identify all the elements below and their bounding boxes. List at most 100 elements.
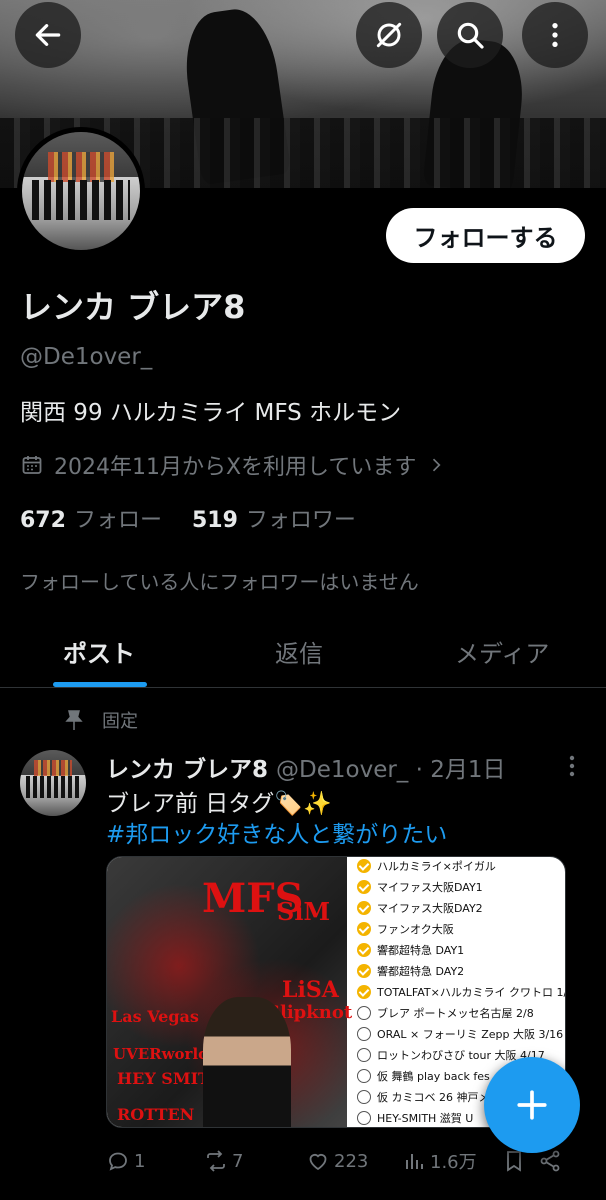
follow-stats: 672 フォロー 519 フォロワー — [20, 502, 356, 534]
tab-posts[interactable]: ポスト — [63, 634, 135, 669]
heart-icon — [309, 1153, 327, 1171]
check-icon — [357, 943, 371, 957]
calendar-icon — [22, 456, 42, 474]
checklist-text: ハルカミライ×ポイガル — [377, 860, 496, 873]
checklist-item: ハルカミライ×ポイガル — [357, 858, 496, 874]
back-button[interactable] — [15, 2, 81, 68]
repost-button[interactable]: 7 — [204, 1149, 243, 1173]
followers-stat[interactable]: 519 フォロワー — [192, 502, 356, 534]
unchecked-circle-icon — [357, 1090, 371, 1104]
follow-button[interactable]: フォローする — [386, 208, 585, 263]
profile-avatar[interactable] — [17, 127, 145, 255]
media-collage: MFS SiM LiSA Slipknot Las Vegas UVERworl… — [107, 857, 352, 1127]
following-label: フォロー — [73, 508, 162, 533]
collage-word: SiM — [277, 897, 331, 926]
unchecked-circle-icon — [357, 1006, 371, 1020]
bookmark-icon — [507, 1151, 521, 1172]
arrow-left-icon — [35, 24, 61, 46]
views-icon — [406, 1154, 423, 1169]
post-hashtag[interactable]: #邦ロック好きな人と繋がりたい — [106, 815, 447, 849]
unchecked-circle-icon — [357, 1027, 371, 1041]
check-icon — [357, 922, 371, 936]
checklist-text: ORAL × フォーリミ Zepp 大阪 3/16 — [377, 1028, 564, 1041]
tab-replies[interactable]: 返信 — [275, 634, 323, 669]
post-more-icon[interactable] — [560, 752, 584, 780]
profile-bio: 関西 99 ハルカミライ MFS ホルモン — [20, 400, 402, 426]
pinned-label: 固定 — [102, 711, 138, 732]
checklist-item: TOTALFAT×ハルカミライ クワトロ 1/18 — [357, 984, 566, 1000]
check-icon — [357, 985, 371, 999]
post-text: ブレア前 日タグ🏷️✨ — [106, 791, 332, 817]
checklist-text: HEY-SMITH 滋賀 U — [377, 1112, 474, 1125]
check-icon — [357, 901, 371, 915]
search-icon — [457, 22, 484, 49]
checklist-text: 響都超特急 DAY2 — [377, 965, 465, 978]
checklist-text: マイファス大阪DAY2 — [377, 902, 483, 915]
more-options-button[interactable] — [522, 2, 588, 68]
joined-date[interactable]: 2024年11月からXを利用しています — [20, 449, 446, 481]
following-stat[interactable]: 672 フォロー — [20, 502, 162, 534]
slash-circle-icon — [376, 22, 402, 48]
collage-word: UVERworld — [113, 1045, 209, 1063]
reply-icon — [109, 1152, 127, 1171]
collage-person — [203, 997, 291, 1127]
unchecked-circle-icon — [357, 1111, 371, 1125]
check-icon — [357, 964, 371, 978]
check-icon — [357, 859, 371, 873]
share-button[interactable] — [538, 1149, 562, 1173]
like-button[interactable]: 223 — [306, 1149, 368, 1173]
repost-count: 7 — [232, 1150, 244, 1172]
followers-count: 519 — [191, 508, 238, 533]
checklist-item: ブレア ポートメッセ名古屋 2/8 — [357, 1005, 534, 1021]
post-actions: 1 7 223 1.6万 — [106, 1144, 566, 1178]
user-handle: @De1over_ — [20, 344, 153, 370]
bookmark-button[interactable] — [502, 1149, 526, 1173]
views-button[interactable]: 1.6万 — [402, 1148, 477, 1174]
checklist-text: TOTALFAT×ハルカミライ クワトロ 1/18 — [377, 986, 566, 999]
checklist-item: ファンオク大阪 — [357, 921, 454, 937]
checklist-text: 仮 カミコベ 26 神戸メリ — [377, 1091, 501, 1104]
checklist-item: HEY-SMITH 滋賀 U — [357, 1110, 473, 1126]
checklist-item: 響都超特急 DAY1 — [357, 942, 464, 958]
mutual-followers-note: フォローしている人にフォロワーはいません — [20, 570, 419, 594]
active-tab-indicator — [53, 682, 147, 687]
followers-label: フォロワー — [245, 508, 356, 533]
collage-word: Las Vegas — [111, 1007, 199, 1026]
checklist-item: マイファス大阪DAY1 — [357, 879, 483, 895]
collage-word: LiSA — [282, 977, 339, 1003]
checklist-text: 響都超特急 DAY1 — [377, 944, 465, 957]
unchecked-circle-icon — [357, 1048, 371, 1062]
profile-tabs: ポスト 返信 メディア — [0, 620, 606, 688]
post-avatar-people — [26, 776, 80, 798]
avatar-stage-screen — [48, 152, 114, 182]
following-count: 672 — [20, 508, 66, 533]
pinned-indicator: 固定 — [64, 707, 138, 733]
checklist-text: マイファス大阪DAY1 — [377, 881, 483, 894]
reply-button[interactable]: 1 — [106, 1149, 145, 1173]
checklist-item: 響都超特急 DAY2 — [357, 963, 464, 979]
checklist-text: ブレア ポートメッセ名古屋 2/8 — [377, 1007, 534, 1020]
avatar-people — [32, 180, 130, 220]
plus-icon — [517, 1090, 547, 1120]
grok-button[interactable] — [356, 2, 422, 68]
post-header: レンカ ブレア8 @De1over_ · 2月1日 — [106, 750, 506, 784]
post-author-name[interactable]: レンカ ブレア8 — [106, 757, 268, 783]
post-meta: @De1over_ · 2月1日 — [276, 757, 506, 783]
repost-icon — [207, 1150, 225, 1172]
tab-media[interactable]: メディア — [455, 634, 549, 669]
unchecked-circle-icon — [357, 1069, 371, 1083]
share-icon — [540, 1150, 560, 1172]
post-avatar-screen — [34, 760, 72, 776]
compose-post-button[interactable] — [484, 1057, 580, 1153]
checklist-item: マイファス大阪DAY2 — [357, 900, 483, 916]
display-name: レンカ ブレア8 — [20, 288, 246, 326]
more-vertical-icon — [552, 23, 558, 47]
checklist-item: ORAL × フォーリミ Zepp 大阪 3/16 — [357, 1026, 563, 1042]
post-author-avatar[interactable] — [20, 750, 86, 816]
chevron-right-icon — [433, 458, 441, 472]
checklist-item: 仮 カミコベ 26 神戸メリ — [357, 1089, 501, 1105]
reply-count: 1 — [134, 1150, 146, 1172]
pin-icon — [65, 710, 83, 730]
checklist-text: ファンオク大阪 — [377, 923, 454, 936]
search-button[interactable] — [437, 2, 503, 68]
